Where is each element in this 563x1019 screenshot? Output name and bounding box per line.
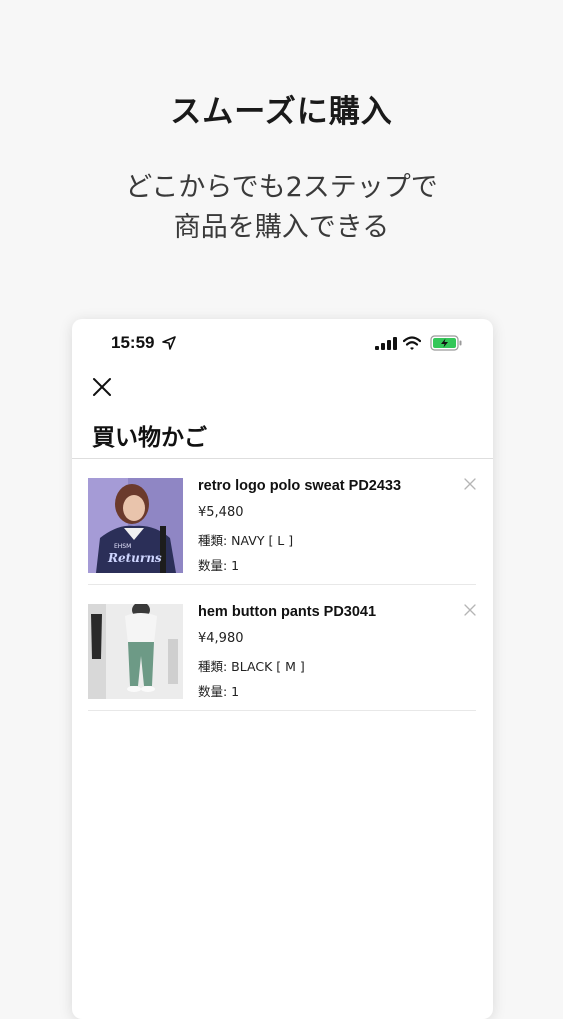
remove-x-icon[interactable] xyxy=(464,478,476,490)
battery-charging-icon xyxy=(430,335,462,351)
promo-subtitle: どこからでも2ステップで 商品を購入できる xyxy=(0,168,563,248)
svg-text:EHSM: EHSM xyxy=(114,543,131,550)
svg-text:Returns: Returns xyxy=(107,551,162,565)
product-price: ¥5,480 xyxy=(198,505,244,520)
cart-item[interactable]: hem button pants PD3041 ¥4,980 種類: BLACK… xyxy=(88,585,476,711)
promo-subtitle-line-1: どこからでも2ステップで xyxy=(125,172,438,203)
product-name[interactable]: retro logo polo sweat PD2433 xyxy=(198,478,401,494)
promo-subtitle-line-2: 商品を購入できる xyxy=(173,212,390,243)
status-bar: 15:59 xyxy=(72,319,493,367)
cart-title: 買い物かご xyxy=(92,425,207,451)
product-image-hem-pants[interactable] xyxy=(88,604,183,699)
product-quantity: 数量: 1 xyxy=(198,558,240,573)
remove-x-icon[interactable] xyxy=(464,604,476,616)
product-name[interactable]: hem button pants PD3041 xyxy=(198,604,376,620)
phone-screen: 15:59 買い物かご Returns EHSM retro logo polo… xyxy=(72,319,493,1019)
product-variant: 種類: BLACK [ M ] xyxy=(198,659,305,674)
product-image-polo-sweat[interactable]: Returns EHSM xyxy=(88,478,183,573)
promo-title: スムーズに購入 xyxy=(170,94,393,130)
close-icon[interactable] xyxy=(91,376,113,398)
cart-item[interactable]: Returns EHSM retro logo polo sweat PD243… xyxy=(88,459,476,585)
wifi-icon xyxy=(403,336,421,350)
product-quantity: 数量: 1 xyxy=(198,684,240,699)
product-price: ¥4,980 xyxy=(198,631,244,646)
signal-icon xyxy=(375,337,397,350)
product-variant: 種類: NAVY [ L ] xyxy=(198,533,294,548)
location-arrow-icon xyxy=(162,336,176,350)
status-time: 15:59 xyxy=(111,333,155,352)
